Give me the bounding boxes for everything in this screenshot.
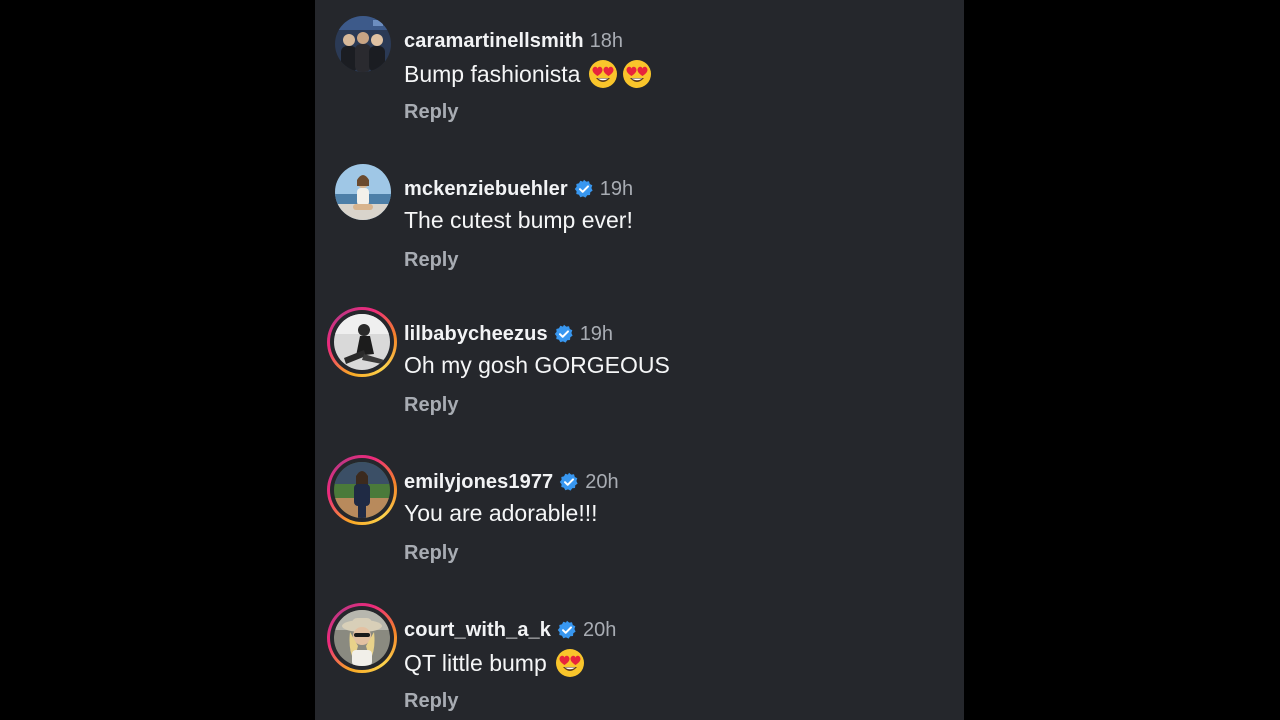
username[interactable]: caramartinellsmith xyxy=(404,30,584,53)
comment-item: emilyjones1977 20h You are adorable!!! R… xyxy=(315,455,964,603)
comment-item: court_with_a_k 20h QT little bump Reply xyxy=(315,603,964,720)
avatar[interactable] xyxy=(327,307,397,377)
reply-button[interactable]: Reply xyxy=(404,101,458,124)
heart-eyes-emoji xyxy=(588,59,618,89)
username[interactable]: mckenziebuehler xyxy=(404,178,568,201)
comment-item: mckenziebuehler 19h The cutest bump ever… xyxy=(315,162,964,310)
username[interactable]: court_with_a_k xyxy=(404,619,551,642)
comment-text-row: Oh my gosh GORGEOUS xyxy=(404,352,670,379)
comment-text: QT little bump xyxy=(404,649,547,676)
heart-eyes-emoji xyxy=(622,59,652,89)
comment-text: Oh my gosh GORGEOUS xyxy=(404,352,670,378)
verified-badge-icon xyxy=(574,179,594,199)
verified-badge-icon xyxy=(559,472,579,492)
comment-text-row: The cutest bump ever! xyxy=(404,207,633,234)
comment-text: The cutest bump ever! xyxy=(404,207,633,233)
avatar[interactable] xyxy=(327,162,397,232)
timestamp: 20h xyxy=(585,470,619,493)
comments-panel: caramartinellsmith 18h Bump fashionista xyxy=(315,0,964,720)
timestamp: 18h xyxy=(589,29,624,52)
comment-text: You are adorable!!! xyxy=(404,500,598,526)
timestamp: 19h xyxy=(579,322,614,345)
username[interactable]: emilyjones1977 xyxy=(404,471,553,494)
comment-text-row: QT little bump xyxy=(404,648,585,678)
comment-text-row: You are adorable!!! xyxy=(404,500,598,527)
verified-badge-icon xyxy=(554,324,574,344)
heart-eyes-emoji xyxy=(555,648,585,678)
avatar[interactable] xyxy=(327,455,397,525)
comment-item: caramartinellsmith 18h Bump fashionista xyxy=(315,14,964,162)
verified-badge-icon xyxy=(557,620,577,640)
reply-button[interactable]: Reply xyxy=(404,542,458,565)
comment-text: Bump fashionista xyxy=(404,60,581,87)
timestamp: 19h xyxy=(599,177,634,200)
timestamp: 20h xyxy=(583,618,617,641)
avatar[interactable] xyxy=(327,14,397,84)
reply-button[interactable]: Reply xyxy=(404,690,458,713)
reply-button[interactable]: Reply xyxy=(404,249,458,272)
avatar[interactable] xyxy=(327,603,397,673)
reply-button[interactable]: Reply xyxy=(404,394,458,417)
username[interactable]: lilbabycheezus xyxy=(404,323,548,346)
comment-item: lilbabycheezus 19h Oh my gosh GORGEOUS R… xyxy=(315,307,964,455)
comment-text-row: Bump fashionista xyxy=(404,59,652,89)
